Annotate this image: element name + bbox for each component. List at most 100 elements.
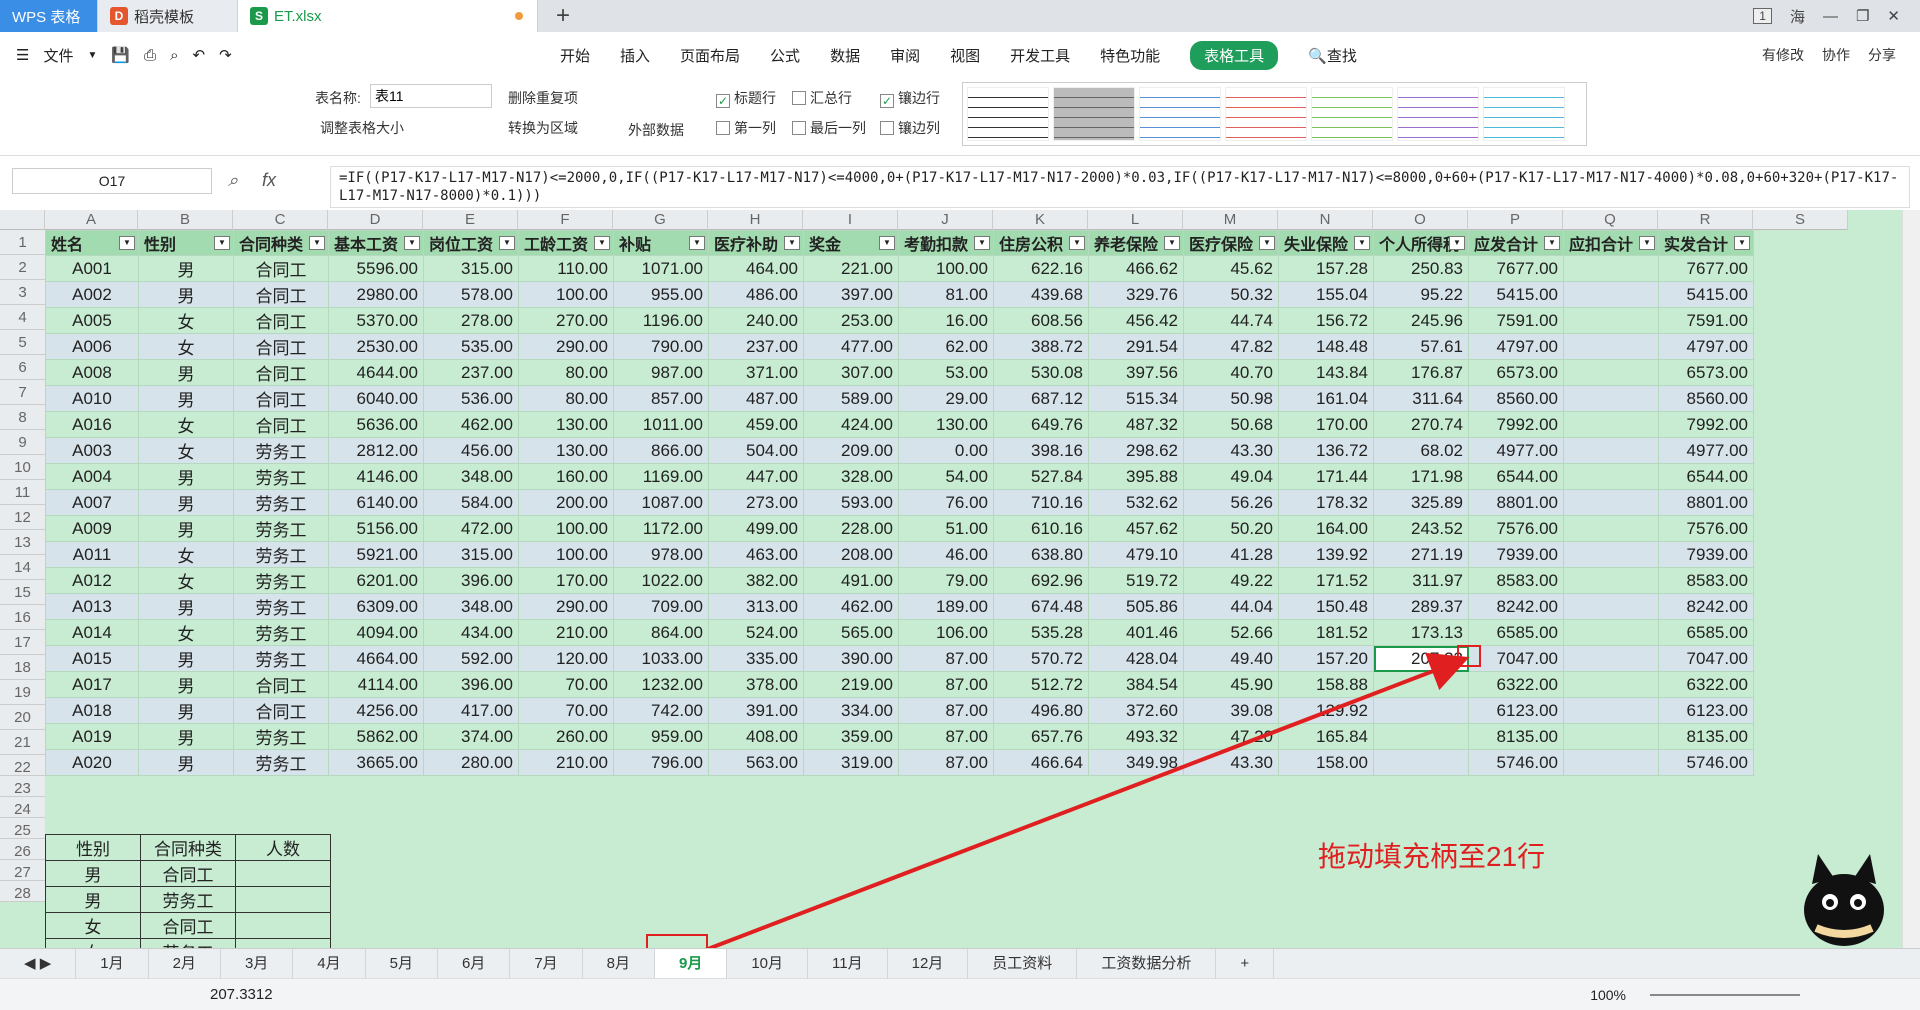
column-header[interactable]: M [1183,210,1278,230]
table-cell[interactable]: 7677.00 [1658,255,1754,282]
table-header-cell[interactable]: 合同种类 ▼ [233,230,329,256]
table-cell[interactable]: 4977.00 [1658,437,1754,464]
table-cell[interactable]: 合同工 [233,281,329,308]
filter-dropdown-icon[interactable]: ▼ [214,236,230,250]
table-header-cell[interactable]: 工龄工资 ▼ [518,230,614,256]
table-header-cell[interactable]: 失业保险 ▼ [1278,230,1374,256]
table-header-cell[interactable]: 个人所得税 ▼ [1373,230,1469,256]
table-cell[interactable]: 424.00 [803,411,899,438]
table-cell[interactable]: 378.00 [708,671,804,698]
table-header-cell[interactable]: 应扣合计 ▼ [1563,230,1659,256]
column-header[interactable]: C [233,210,328,230]
table-cell[interactable]: 315.00 [423,255,519,282]
summary-cell[interactable]: 女 [45,938,141,948]
row-header[interactable]: 28 [0,881,45,902]
row-header[interactable]: 20 [0,705,45,730]
table-cell[interactable]: 565.00 [803,619,899,646]
table-cell[interactable]: 5746.00 [1658,749,1754,776]
table-cell[interactable]: 合同工 [233,411,329,438]
table-header-cell[interactable]: 应发合计 ▼ [1468,230,1564,256]
table-cell[interactable]: A019 [45,723,139,750]
table-cell[interactable]: 劳务工 [233,515,329,542]
table-cell[interactable]: 359.00 [803,723,899,750]
table-cell[interactable]: 866.00 [613,437,709,464]
table-cell[interactable]: 563.00 [708,749,804,776]
table-cell[interactable]: 170.00 [1278,411,1374,438]
row-header[interactable]: 16 [0,605,45,630]
table-cell[interactable]: 男 [138,359,234,386]
table-cell[interactable]: 397.56 [1088,359,1184,386]
redo-icon[interactable]: ↷ [219,46,232,64]
table-cell[interactable]: 472.00 [423,515,519,542]
user-avatar[interactable]: 海 [1790,6,1805,27]
table-cell[interactable]: 女 [138,437,234,464]
table-cell[interactable]: 56.26 [1183,489,1279,516]
table-cell[interactable]: 742.00 [613,697,709,724]
sheet-tab[interactable]: 7月 [510,948,583,979]
row-header[interactable]: 21 [0,730,45,755]
table-cell[interactable]: 978.00 [613,541,709,568]
table-cell[interactable] [1563,645,1659,672]
table-cell[interactable]: 4256.00 [328,697,424,724]
table-cell[interactable]: 209.00 [803,437,899,464]
table-cell[interactable]: 181.52 [1278,619,1374,646]
row-header[interactable]: 10 [0,455,45,480]
table-cell[interactable]: 291.54 [1088,333,1184,360]
table-cell[interactable]: 51.00 [898,515,994,542]
table-cell[interactable]: 622.16 [993,255,1089,282]
table-cell[interactable]: 505.86 [1088,593,1184,620]
table-cell[interactable]: 398.16 [993,437,1089,464]
table-cell[interactable]: 237.00 [708,333,804,360]
table-cell[interactable] [1563,619,1659,646]
filter-dropdown-icon[interactable]: ▼ [1734,236,1750,250]
table-cell[interactable]: 462.00 [423,411,519,438]
table-cell[interactable]: 240.00 [708,307,804,334]
row-header[interactable]: 9 [0,430,45,455]
table-cell[interactable] [1563,463,1659,490]
table-cell[interactable]: 5370.00 [328,307,424,334]
table-cell[interactable]: 5636.00 [328,411,424,438]
menu-start[interactable]: 开始 [560,45,590,66]
table-cell[interactable]: 49.04 [1183,463,1279,490]
sheet-tab[interactable]: 8月 [583,948,655,979]
row-header[interactable]: 7 [0,380,45,405]
select-all-corner[interactable] [0,210,45,230]
row-header[interactable]: 4 [0,305,45,330]
table-cell[interactable]: 6123.00 [1658,697,1754,724]
table-cell[interactable]: 486.00 [708,281,804,308]
undo-icon[interactable]: ↶ [192,46,205,64]
table-cell[interactable]: 6309.00 [328,593,424,620]
table-cell[interactable]: 709.00 [613,593,709,620]
table-header-cell[interactable]: 考勤扣款 ▼ [898,230,994,256]
table-cell[interactable] [1563,333,1659,360]
summary-header-cell[interactable]: 人数 [235,834,331,861]
table-cell[interactable] [1563,593,1659,620]
table-cell[interactable]: 176.87 [1373,359,1469,386]
table-cell[interactable]: 合同工 [233,671,329,698]
table-cell[interactable]: 457.62 [1088,515,1184,542]
table-cell[interactable] [1373,671,1469,698]
column-header[interactable]: K [993,210,1088,230]
table-cell[interactable]: 劳务工 [233,593,329,620]
sheet-tab[interactable]: 9月 [655,948,728,979]
column-header[interactable]: R [1658,210,1753,230]
table-cell[interactable]: 1071.00 [613,255,709,282]
table-cell[interactable]: 46.00 [898,541,994,568]
table-header-cell[interactable]: 岗位工资 ▼ [423,230,519,256]
table-cell[interactable]: 311.64 [1373,385,1469,412]
style-swatch[interactable] [1225,87,1307,141]
table-cell[interactable]: 39.08 [1183,697,1279,724]
table-cell[interactable]: 女 [138,619,234,646]
table-cell[interactable]: 130.00 [518,437,614,464]
table-cell[interactable]: 4644.00 [328,359,424,386]
table-cell[interactable]: 7576.00 [1658,515,1754,542]
table-cell[interactable]: 6573.00 [1658,359,1754,386]
table-cell[interactable]: 7591.00 [1468,307,1564,334]
checkbox-banded-cols[interactable]: 镶边列 [880,118,940,138]
row-header[interactable]: 24 [0,797,45,818]
table-cell[interactable]: 100.00 [898,255,994,282]
filter-dropdown-icon[interactable]: ▼ [1544,236,1560,250]
table-cell[interactable] [1563,541,1659,568]
table-cell[interactable]: 401.46 [1088,619,1184,646]
table-cell[interactable]: 女 [138,411,234,438]
